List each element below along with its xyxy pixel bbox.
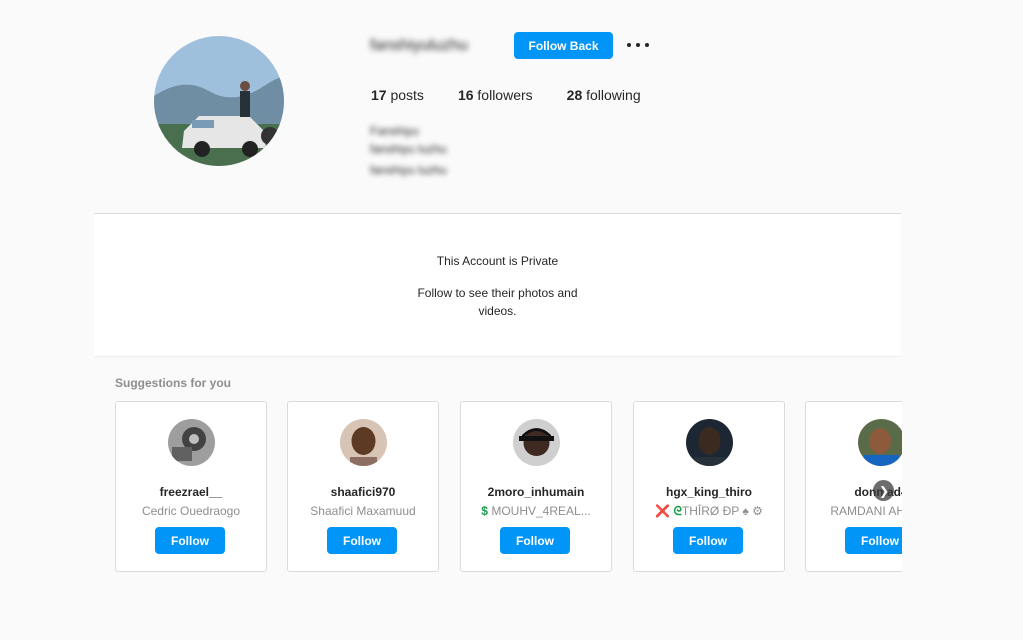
suggestion-card: hgx_king_thiro ❌ ᘓTHÎRØ ÐP ♠ ⚙ Follow [633,401,785,572]
suggestion-username[interactable]: 2moro_inhumain [461,485,611,499]
suggestion-fullname-text: MOUHV_4REAL... [491,504,591,518]
profile-username: fanshiyuluzhu [370,37,490,57]
green-glyph-icon: ᘓ [673,504,682,518]
follow-button[interactable]: Follow [155,527,225,554]
profile-avatar [154,36,284,166]
follow-button[interactable]: Follow [500,527,570,554]
suggestion-avatar[interactable] [686,419,733,466]
suggestion-avatar[interactable] [513,419,560,466]
private-subtitle: Follow to see their photos and videos. [417,286,578,318]
bio-line-1: Fanshiyu [370,124,419,138]
posts-count: 17 [371,87,387,103]
suggestions-title: Suggestions for you [115,376,232,390]
bio-line-3: fanshiyu luzhu [370,163,447,177]
suggestion-fullname: ❌ ᘓTHÎRØ ÐP ♠ ⚙ [640,504,778,519]
cross-icon: ❌ [655,504,671,518]
following-count: 28 [566,87,583,103]
suggestion-card: freezrael__ Cedric Ouedraogo Follow [115,401,267,572]
follow-button[interactable]: Follow [673,527,743,554]
bio-line-2: fanshiyu luzhu [370,142,447,156]
suggestion-fullname: $ MOUHV_4REAL... [467,504,605,518]
username-text: fanshiyuluzhu [370,37,468,54]
dollar-icon: $ [481,504,488,518]
private-title: This Account is Private [436,254,559,268]
suggestion-fullname-text: THÎRØ ÐP ♠ ⚙ [681,504,763,518]
suggestion-card: 2moro_inhumain $ MOUHV_4REAL... Follow [460,401,612,572]
suggestion-card: shaafici970 Shaafici Maxamuud Follow [287,401,439,572]
following-label: following [586,87,641,103]
suggestions-carousel: freezrael__ Cedric Ouedraogo Follow shaa… [115,401,902,572]
more-options-icon[interactable] [627,37,649,53]
suggestion-username[interactable]: freezrael__ [116,485,266,499]
suggestion-avatar[interactable] [340,419,387,466]
carousel-next-icon[interactable]: ❯ [873,480,894,501]
followers-label: followers [477,87,533,103]
followers-count: 16 [457,87,474,103]
follow-button[interactable]: Follow [327,527,397,554]
follow-back-button[interactable]: Follow Back [514,32,613,59]
following-stat[interactable]: 28 following [567,87,641,103]
suggestion-fullname: RAMDANI AHMED [830,504,902,518]
followers-stat[interactable]: 16 followers [458,87,533,103]
suggestion-username[interactable]: shaafici970 [288,485,438,499]
follow-button[interactable]: Follow [845,527,902,554]
posts-label: posts [390,87,424,103]
posts-stat[interactable]: 17 posts [371,87,424,103]
profile-stats: 17 posts 16 followers 28 following [371,87,675,103]
suggestion-fullname: Cedric Ouedraogo [141,504,241,518]
private-account-notice: This Account is Private Follow to see th… [94,213,901,357]
suggestion-avatar[interactable] [858,419,902,466]
suggestion-avatar[interactable] [168,419,215,466]
suggestion-fullname: Shaafici Maxamuud [310,504,416,518]
suggestion-username[interactable]: hgx_king_thiro [634,485,784,499]
